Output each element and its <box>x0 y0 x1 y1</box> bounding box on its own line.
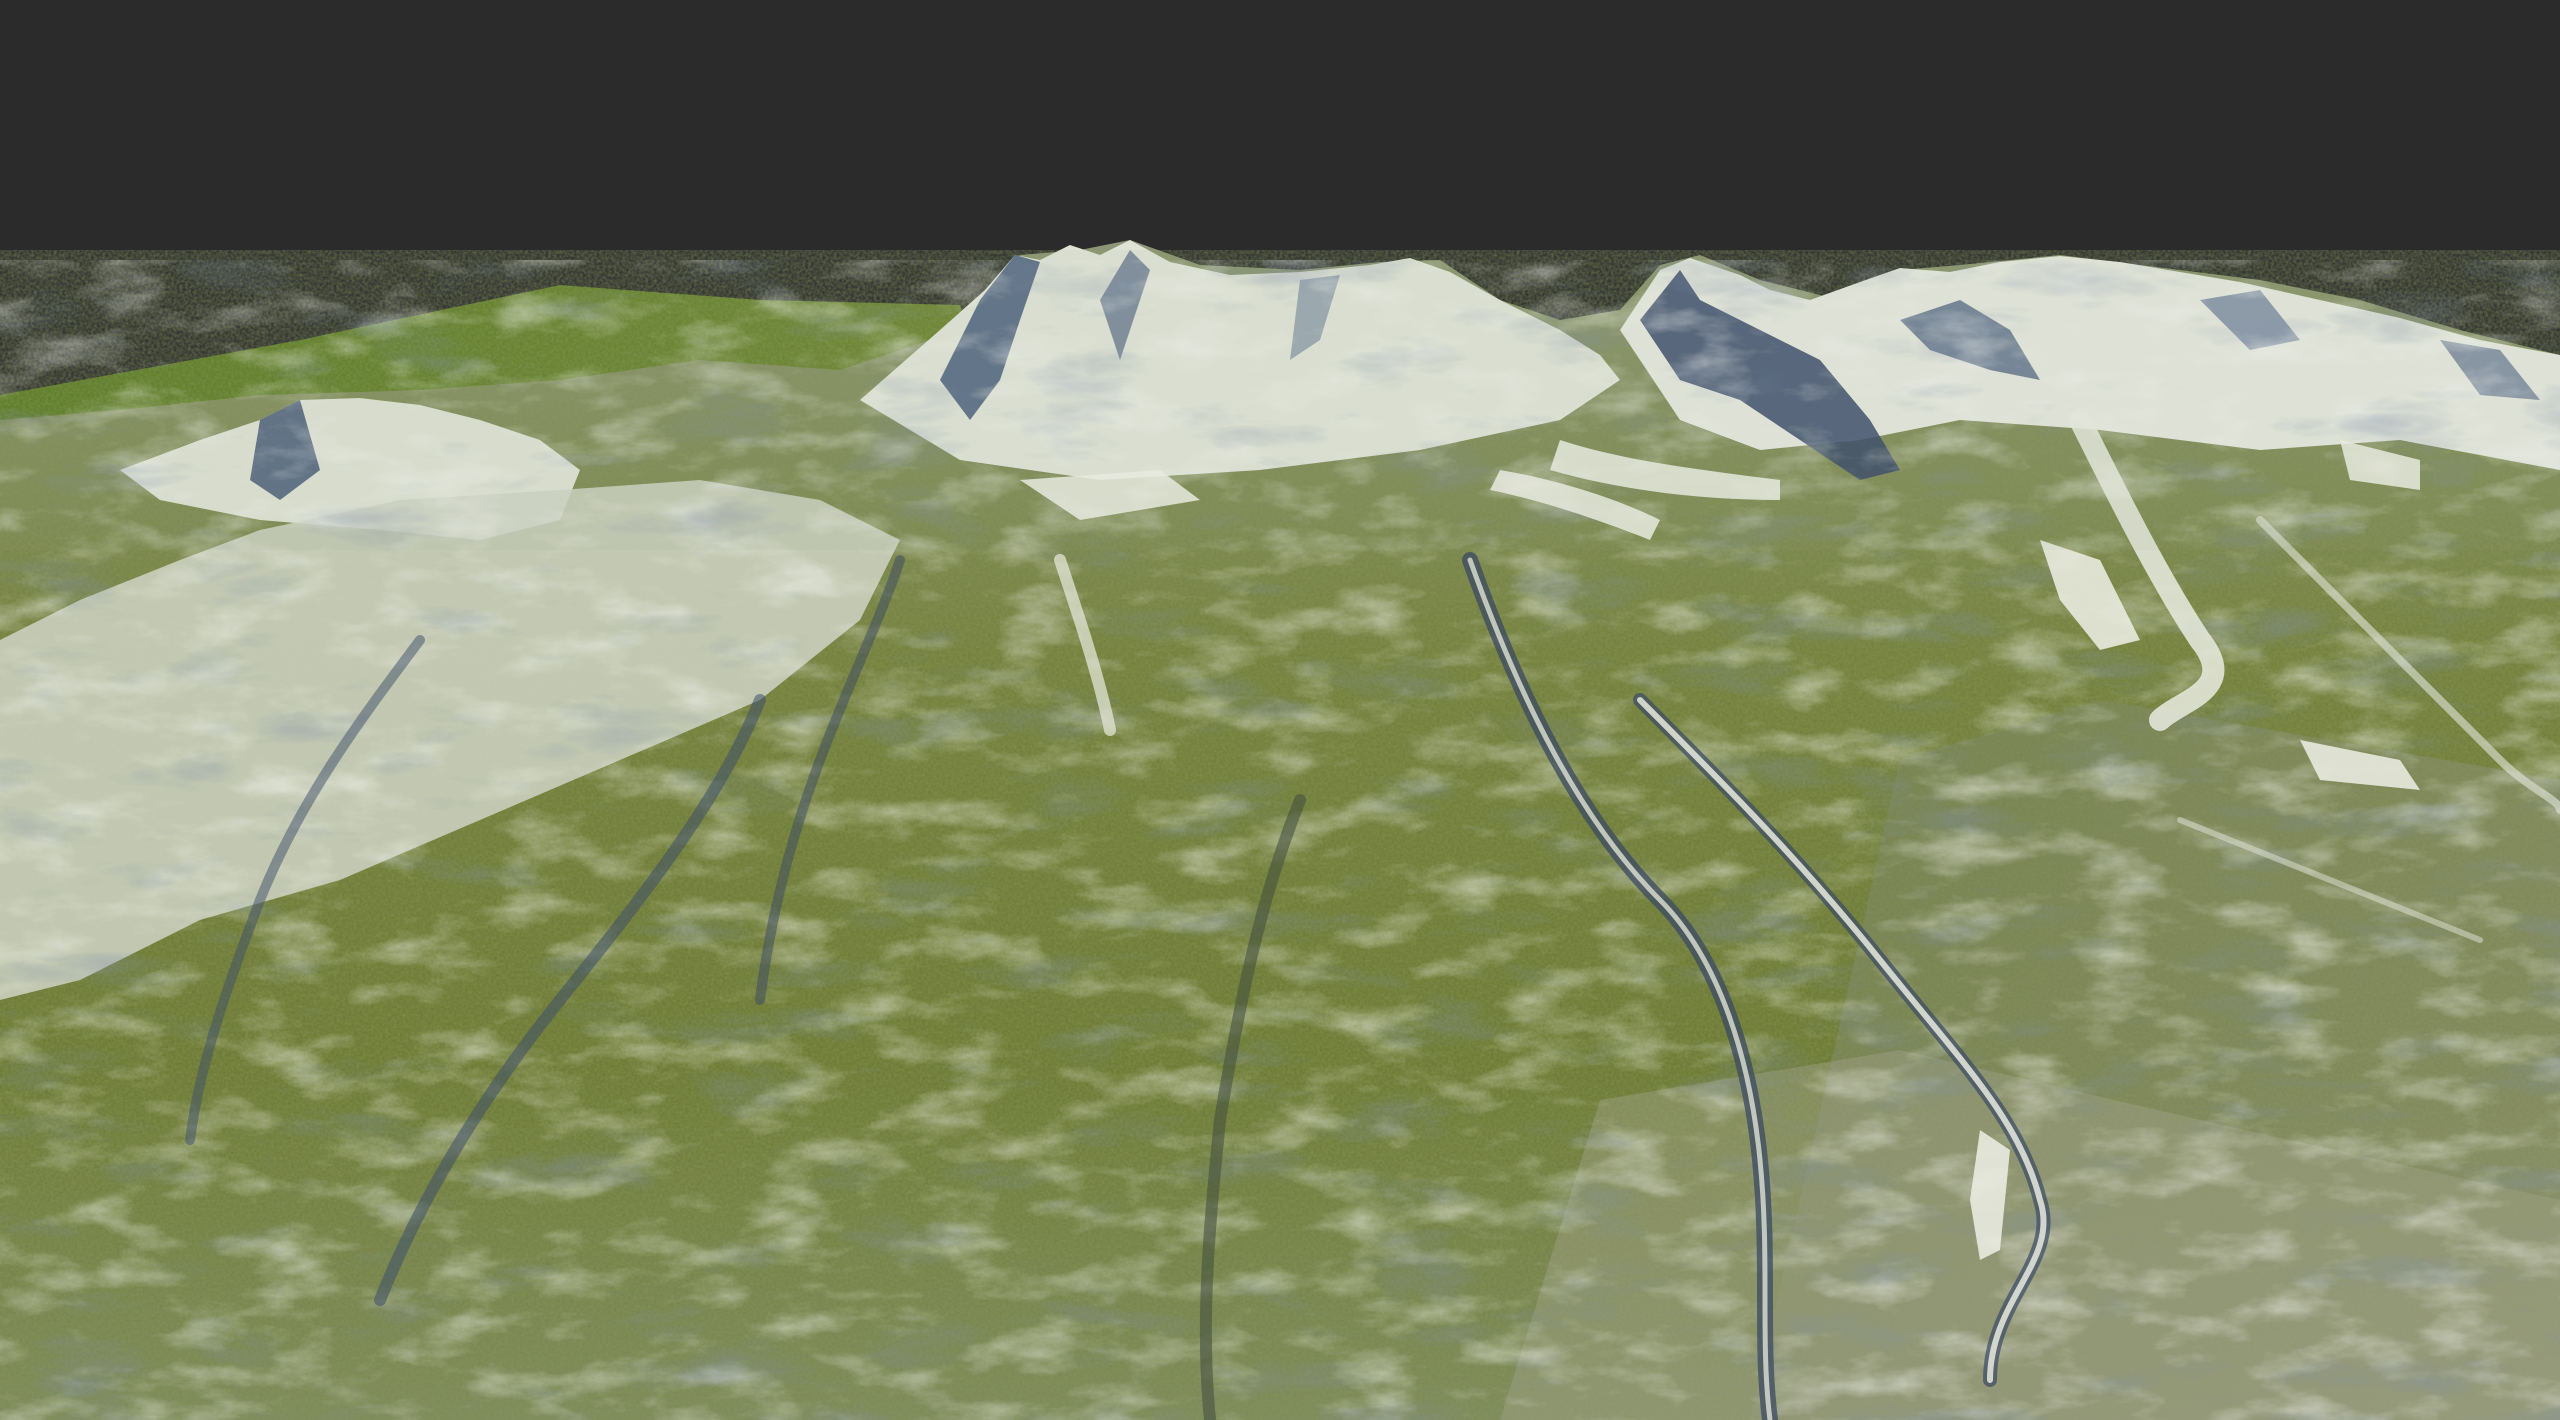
haze <box>0 250 2560 550</box>
3d-viewport[interactable] <box>0 0 2560 1420</box>
terrain-render <box>0 240 2560 1420</box>
